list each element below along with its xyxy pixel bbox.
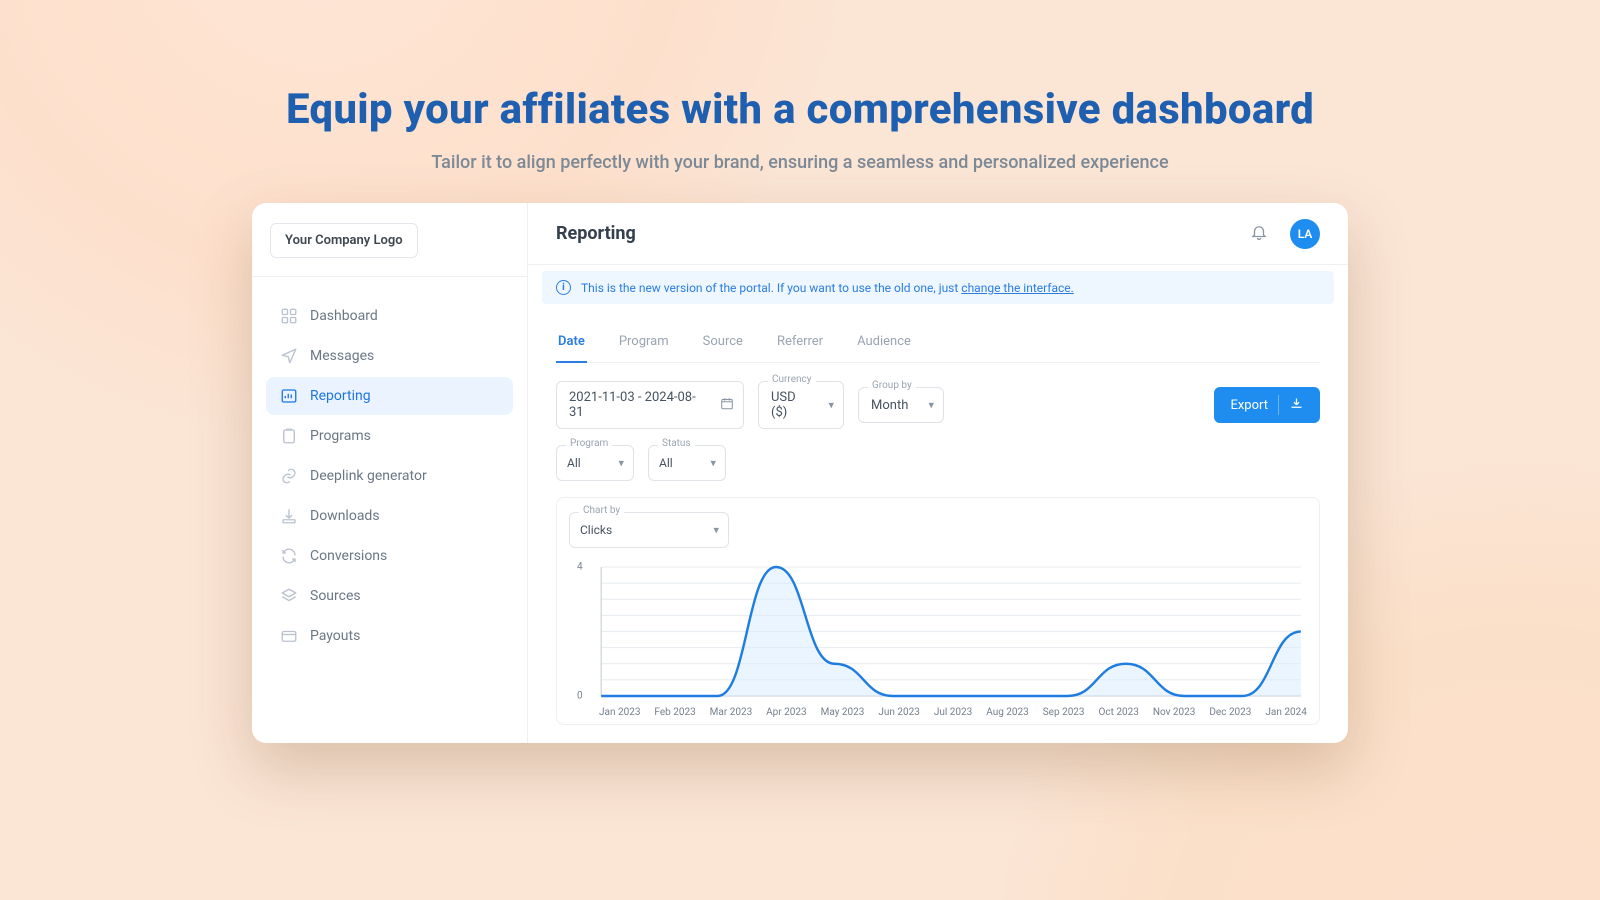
link-icon [280,467,298,485]
avatar[interactable]: LA [1290,219,1320,249]
calendar-icon [720,396,734,415]
content: Date Program Source Referrer Audience 20… [528,304,1348,725]
clipboard-icon [280,427,298,445]
line-chart [599,558,1303,705]
sidebar-item-label: Conversions [310,548,387,564]
chartby-select[interactable]: Chart by Clicks ▾ [569,512,729,548]
export-label: Export [1230,398,1268,413]
refresh-icon [280,547,298,565]
sidebar-item-label: Messages [310,348,374,364]
sidebar-item-sources[interactable]: Sources [266,577,513,615]
grid-icon [280,307,298,325]
sidebar-item-payouts[interactable]: Payouts [266,617,513,655]
tab-referrer[interactable]: Referrer [775,326,825,363]
sidebar-item-reporting[interactable]: Reporting [266,377,513,415]
download-icon [1289,396,1304,415]
sidebar-item-label: Reporting [310,388,371,404]
chart-icon [280,387,298,405]
hero-title: Equip your affiliates with a comprehensi… [286,85,1314,134]
divider [1278,395,1279,415]
sidebar-item-label: Downloads [310,508,380,524]
sidebar: Your Company Logo Dashboard Messages Rep… [252,203,528,743]
program-value: All [567,456,581,470]
banner-link[interactable]: change the interface. [961,281,1074,295]
filter-row-1: 2021-11-03 - 2024-08-31 Currency USD ($)… [556,381,1320,429]
date-range-value: 2021-11-03 - 2024-08-31 [569,390,709,420]
chart-plot-area: 04 [599,558,1303,705]
logo-container: Your Company Logo [252,203,527,277]
chartby-label: Chart by [579,505,624,516]
company-logo-placeholder: Your Company Logo [270,223,418,258]
tab-audience[interactable]: Audience [855,326,913,363]
status-label: Status [658,438,695,449]
banner-text: This is the new version of the portal. I… [581,281,961,295]
main-panel: Reporting LA i This is the new version o… [528,203,1348,743]
sidebar-item-dashboard[interactable]: Dashboard [266,297,513,335]
date-range-field[interactable]: 2021-11-03 - 2024-08-31 [556,381,744,429]
program-select[interactable]: Program All ▾ [556,445,634,481]
tab-date[interactable]: Date [556,326,587,363]
sidebar-item-messages[interactable]: Messages [266,337,513,375]
layers-icon [280,587,298,605]
tab-source[interactable]: Source [701,326,745,363]
status-select[interactable]: Status All ▾ [648,445,726,481]
groupby-label: Group by [868,380,916,391]
paper-plane-icon [280,347,298,365]
groupby-value: Month [871,398,908,413]
hero-subtitle: Tailor it to align perfectly with your b… [431,152,1168,173]
dashboard-app: Your Company Logo Dashboard Messages Rep… [252,203,1348,743]
tab-program[interactable]: Program [617,326,671,363]
sidebar-nav: Dashboard Messages Reporting Programs [252,277,527,657]
wallet-icon [280,627,298,645]
sidebar-item-deeplink[interactable]: Deeplink generator [266,457,513,495]
page-title: Reporting [556,223,636,244]
sidebar-item-label: Sources [310,588,361,604]
sidebar-item-downloads[interactable]: Downloads [266,497,513,535]
currency-label: Currency [768,374,816,385]
currency-select[interactable]: Currency USD ($) ▾ [758,381,844,429]
status-value: All [659,456,673,470]
sidebar-item-label: Deeplink generator [310,468,427,484]
program-label: Program [566,438,612,449]
sidebar-item-label: Programs [310,428,371,444]
sidebar-item-label: Payouts [310,628,360,644]
info-icon: i [556,280,571,295]
sidebar-item-programs[interactable]: Programs [266,417,513,455]
chart-card: Chart by Clicks ▾ 04 Jan 2023Feb 2023Mar… [556,497,1320,725]
bell-icon[interactable] [1250,223,1268,245]
chartby-value: Clicks [580,523,612,537]
sidebar-item-label: Dashboard [310,308,378,324]
export-button[interactable]: Export [1214,387,1320,423]
download-icon [280,507,298,525]
info-banner: i This is the new version of the portal.… [542,271,1334,304]
currency-value: USD ($) [771,390,813,420]
topbar: Reporting LA [528,203,1348,265]
filter-row-2: Program All ▾ Status All ▾ [556,445,1320,481]
groupby-select[interactable]: Group by Month ▾ [858,387,944,423]
sidebar-item-conversions[interactable]: Conversions [266,537,513,575]
tabs: Date Program Source Referrer Audience [556,326,1320,363]
